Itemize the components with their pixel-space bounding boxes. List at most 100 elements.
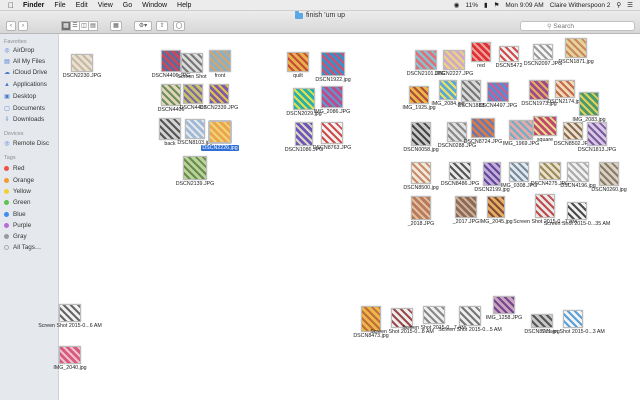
- battery-percent[interactable]: 11%: [462, 0, 481, 11]
- file-thumbnail-frame: [565, 38, 587, 58]
- sidebar-tag-green[interactable]: Green: [4, 198, 31, 207]
- file-name-label: DSCN8500.jpg: [403, 185, 439, 191]
- file-name-label: DSCN4497.JPG: [478, 103, 518, 109]
- disc-icon: ◎: [4, 140, 10, 147]
- search-field[interactable]: ⚲: [520, 21, 635, 31]
- sidebar-item-remote-disc[interactable]: ◎ Remote Disc: [4, 139, 49, 148]
- tag-color-dot: [4, 178, 9, 183]
- file-name-label: DSCN2226.jpg: [201, 145, 239, 151]
- image-thumbnail-icon: [471, 118, 495, 138]
- download-icon: ⇩: [4, 116, 10, 123]
- file-icon-item[interactable]: Screen Shot 2015-0...6 AM: [38, 304, 102, 329]
- battery-icon[interactable]: ▮: [481, 0, 491, 11]
- sidebar-tag-orange[interactable]: Orange: [4, 176, 34, 185]
- menu-edit[interactable]: Edit: [71, 0, 93, 11]
- sidebar-tag-red[interactable]: Red: [4, 164, 25, 173]
- tags-button[interactable]: ◯: [173, 21, 185, 31]
- file-thumbnail-frame: [59, 304, 81, 322]
- sidebar-item-documents[interactable]: ▢ Documents: [4, 104, 45, 113]
- file-thumbnail-frame: [563, 310, 583, 328]
- cover-flow-button[interactable]: ▤: [88, 21, 98, 31]
- file-icon-item[interactable]: IMG_2040.jpg: [45, 346, 95, 371]
- all-files-icon: ▤: [4, 58, 10, 65]
- file-name-label: DSCN2227.JPG: [434, 71, 474, 77]
- file-icon-item[interactable]: DSCN2139.JPG: [169, 156, 221, 187]
- file-name-label: front: [214, 73, 226, 79]
- search-input[interactable]: [553, 22, 634, 30]
- clock[interactable]: Mon 9:09 AM: [502, 0, 546, 11]
- image-thumbnail-icon: [209, 84, 229, 104]
- apple-menu-icon[interactable]: : [0, 0, 18, 11]
- file-icon-item[interactable]: _2018.JPG: [397, 196, 445, 227]
- file-icon-item[interactable]: Screen Shot 2015-0...3 AM: [541, 310, 605, 335]
- sidebar-tag-purple[interactable]: Purple: [4, 221, 31, 230]
- sidebar-item-airdrop[interactable]: ◎ AirDrop: [4, 46, 34, 55]
- notification-center-icon[interactable]: ☰: [624, 0, 636, 11]
- sidebar-tag-blue[interactable]: Blue: [4, 210, 26, 219]
- image-thumbnail-icon: [567, 202, 587, 220]
- action-gear-button[interactable]: ⚙▾: [134, 21, 152, 31]
- back-button[interactable]: ‹: [6, 21, 16, 31]
- file-icon-item[interactable]: DSCN1813.JPG: [573, 122, 621, 153]
- file-icon-item[interactable]: IMG_2083.jpg: [565, 92, 613, 123]
- menu-finder[interactable]: Finder: [18, 0, 49, 11]
- folder-icon: [294, 11, 303, 19]
- file-icon-item[interactable]: Screen Shot 2015-0...35 AM: [544, 202, 610, 227]
- file-thumbnail-frame: [471, 118, 495, 138]
- file-thumbnail-frame: [599, 162, 619, 186]
- image-thumbnail-icon: [321, 86, 343, 108]
- file-name-label: quilt: [293, 73, 303, 79]
- arrange-button[interactable]: ▦: [110, 21, 122, 31]
- file-icon-item[interactable]: DSCN8763.JPG: [307, 122, 357, 151]
- sidebar-item-applications[interactable]: ▲ Applications: [4, 80, 47, 89]
- share-button[interactable]: ⇧: [156, 21, 168, 31]
- image-thumbnail-icon: [411, 196, 431, 220]
- file-thumbnail-frame: [411, 122, 431, 146]
- applications-icon: ▲: [4, 81, 10, 88]
- tag-color-dot: [4, 166, 9, 171]
- file-thumbnail-frame: [487, 82, 509, 102]
- spotlight-icon[interactable]: ⚲: [613, 0, 624, 11]
- file-icon-item[interactable]: DSCN1871.jpg: [551, 38, 601, 65]
- menu-view[interactable]: View: [93, 0, 118, 11]
- file-name-label: Screen Shot 2015-0...35 AM: [543, 221, 611, 227]
- forward-button[interactable]: ›: [18, 21, 28, 31]
- flag-icon[interactable]: ⚑: [491, 0, 503, 11]
- file-name-label: IMG_2040.jpg: [53, 365, 87, 371]
- file-icon-item[interactable]: DSCN2226.jpg: [195, 120, 245, 151]
- tag-icon: ◯: [175, 23, 183, 29]
- file-name-label: Screen Shot 2015-0...5 AM: [438, 327, 502, 333]
- file-thumbnail-frame: [208, 120, 232, 144]
- menu-window[interactable]: Window: [137, 0, 172, 11]
- sidebar-tag-gray[interactable]: Gray: [4, 232, 27, 241]
- menu-help[interactable]: Help: [172, 0, 196, 11]
- sidebar-item-downloads[interactable]: ⇩ Downloads: [4, 115, 44, 124]
- file-icon-item[interactable]: IMG_2045.jpg: [473, 196, 519, 225]
- image-thumbnail-icon: [71, 54, 93, 72]
- share-icon: ⇧: [159, 23, 165, 29]
- sidebar-item-desktop[interactable]: ▣ Desktop: [4, 92, 36, 101]
- file-thumbnail-frame: [493, 296, 515, 314]
- sidebar-all-tags[interactable]: All Tags…: [4, 243, 41, 252]
- file-icon-item[interactable]: front: [195, 50, 245, 79]
- icon-view-area[interactable]: DSCN2230.JPG DSCN4406.JPG Screen Shot front…: [38, 34, 640, 400]
- sidebar-item-all-my-files[interactable]: ▤ All My Files: [4, 57, 45, 66]
- file-icon-item[interactable]: DSCN2230.JPG: [57, 54, 107, 79]
- file-name-label: IMG_2086.JPG: [313, 109, 351, 115]
- user-name[interactable]: Claire Witherspoon 2: [547, 0, 614, 11]
- file-thumbnail-frame: [587, 122, 607, 146]
- wifi-icon[interactable]: ◉: [451, 0, 463, 11]
- image-thumbnail-icon: [209, 50, 231, 72]
- menu-file[interactable]: File: [49, 0, 70, 11]
- sidebar-item-icloud-drive[interactable]: ☁ iCloud Drive: [4, 68, 47, 77]
- menu-go[interactable]: Go: [118, 0, 137, 11]
- image-thumbnail-icon: [209, 121, 231, 143]
- file-icon-item[interactable]: DSCN0260.jpg: [585, 162, 633, 193]
- file-icon-item[interactable]: DSCN1922.jpg: [307, 52, 359, 83]
- cloud-icon: ☁: [4, 69, 10, 76]
- file-icon-item[interactable]: DSCN2339.JPG: [195, 84, 243, 111]
- file-thumbnail-frame: [209, 50, 231, 72]
- file-icon-item[interactable]: IMG_2086.JPG: [307, 86, 357, 115]
- sidebar-tag-yellow[interactable]: Yellow: [4, 187, 31, 196]
- file-thumbnail-frame: [321, 122, 343, 144]
